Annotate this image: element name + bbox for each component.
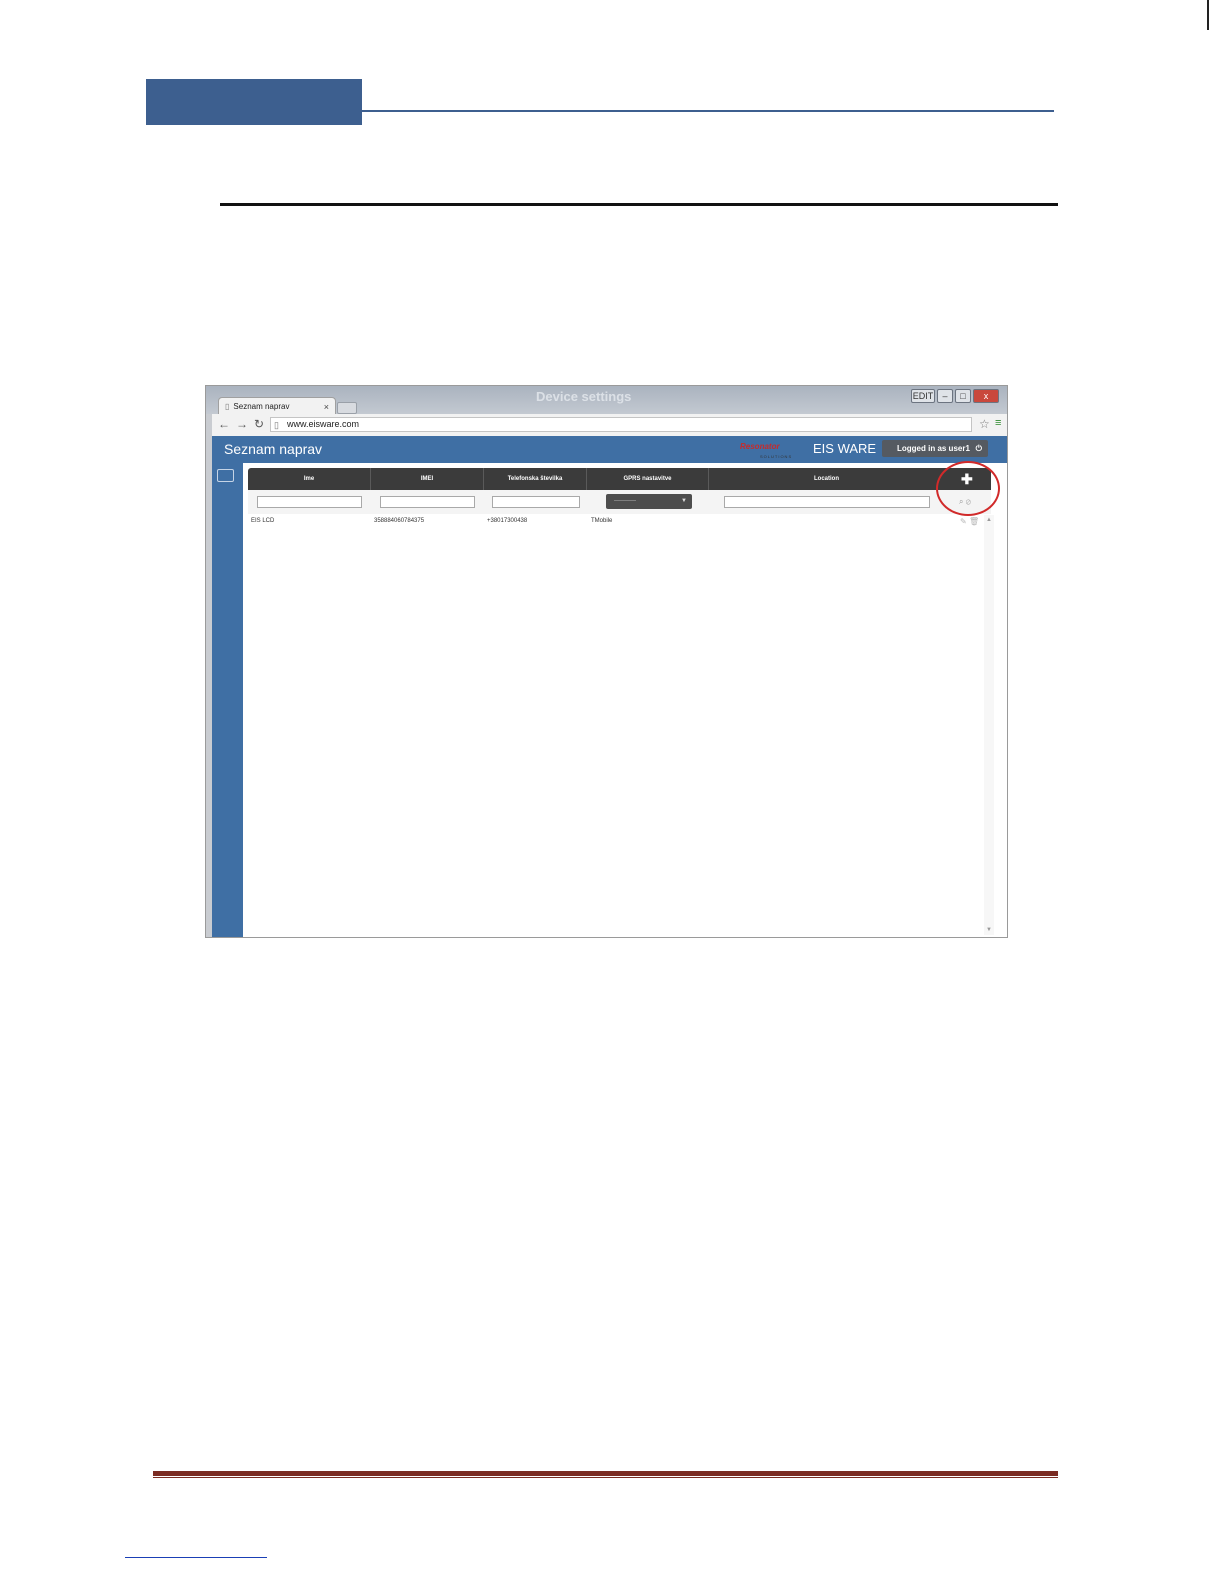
filter-gprs-value: -----------	[614, 498, 636, 504]
new-tab-button[interactable]	[337, 402, 357, 414]
cell-imei: 358884060784375	[374, 518, 425, 524]
background-window-title: Device settings	[536, 389, 632, 404]
section-title-rule	[220, 203, 1058, 206]
browser-toolbar: ← → ↻ ▯ www.eisware.com ☆ ≡	[212, 414, 1007, 437]
screenshot-figure: Device settings EDIT – □ x ▯ Seznam napr…	[205, 385, 1008, 938]
company-logo-subtitle: SOLUTIONS	[760, 454, 793, 459]
url-text: www.eisware.com	[287, 419, 360, 429]
row-actions: ✎ 🗑	[960, 517, 979, 526]
column-header-gprs[interactable]: GPRS nastavitve	[587, 468, 709, 490]
page-icon: ▯	[225, 402, 230, 411]
forward-arrow-icon[interactable]: →	[236, 417, 248, 431]
bookmark-star-icon[interactable]: ☆	[979, 417, 990, 431]
footer-rule-thin	[153, 1477, 1058, 1478]
reload-icon[interactable]: ↻	[254, 417, 264, 431]
filter-phone-input[interactable]	[492, 496, 580, 508]
grid-scrollbar[interactable]: ▲ ▼	[984, 515, 994, 935]
browser-menu-icon[interactable]: ≡	[995, 417, 1001, 429]
highlight-circle	[936, 461, 1000, 516]
filter-location-input[interactable]	[724, 496, 930, 508]
chevron-down-icon: ▼	[681, 498, 687, 504]
main-content: Ime IMEI Telefonska številka GPRS nastav…	[243, 463, 1007, 937]
maximize-button[interactable]: □	[955, 389, 971, 403]
window-user-badge[interactable]: EDIT	[911, 389, 935, 403]
power-icon: ⏻	[975, 444, 982, 453]
close-window-button[interactable]: x	[973, 389, 999, 403]
browser-tab-title: Seznam naprav	[233, 402, 290, 411]
table-row[interactable]: EIS LCD 358884060784375 +38017300438 TMo…	[248, 515, 983, 529]
devices-sidebar-icon[interactable]	[217, 469, 234, 482]
minimize-button[interactable]: –	[937, 389, 953, 403]
scroll-down-icon[interactable]: ▼	[986, 927, 992, 933]
page-edge-mark	[1207, 0, 1209, 30]
column-header-phone[interactable]: Telefonska številka	[484, 468, 587, 490]
filter-row: ----------- ▼ ⌕ ⊘	[248, 490, 991, 514]
scroll-up-icon[interactable]: ▲	[986, 517, 992, 523]
app-viewport: Seznam naprav Resonator SOLUTIONS EIS WA…	[212, 436, 1007, 937]
back-arrow-icon[interactable]: ←	[218, 417, 230, 431]
filter-gprs-select[interactable]: ----------- ▼	[606, 494, 692, 509]
page-icon: ▯	[274, 420, 279, 430]
filter-imei-input[interactable]	[380, 496, 475, 508]
document-header-rule	[362, 110, 1054, 112]
footer-rule	[153, 1471, 1058, 1476]
company-logo: Resonator	[740, 442, 780, 451]
footer-link-underline	[125, 1557, 267, 1558]
column-header-ime[interactable]: Ime	[248, 468, 371, 490]
user-menu-button[interactable]: Logged in as user1 ⏻	[882, 440, 988, 457]
document-header-tab	[146, 79, 362, 125]
logged-in-label: Logged in as user1	[897, 444, 970, 453]
filter-ime-input[interactable]	[257, 496, 362, 508]
column-header-location[interactable]: Location	[709, 468, 944, 490]
address-bar[interactable]: ▯ www.eisware.com	[270, 417, 972, 432]
window-controls: EDIT – □ x	[911, 389, 999, 403]
edit-icon[interactable]: ✎	[960, 517, 967, 526]
browser-tab[interactable]: ▯ Seznam naprav ×	[218, 397, 336, 415]
cell-phone: +38017300438	[487, 518, 528, 524]
trash-icon[interactable]: 🗑	[969, 517, 979, 526]
column-header-imei[interactable]: IMEI	[371, 468, 484, 490]
cell-ime: EIS LCD	[251, 518, 275, 524]
page-title: Seznam naprav	[224, 441, 323, 457]
cell-gprs: TMobile	[591, 518, 613, 524]
brand-name: EIS WARE	[813, 441, 877, 456]
tab-close-icon[interactable]: ×	[324, 402, 329, 412]
grid-header: Ime IMEI Telefonska številka GPRS nastav…	[248, 468, 991, 490]
